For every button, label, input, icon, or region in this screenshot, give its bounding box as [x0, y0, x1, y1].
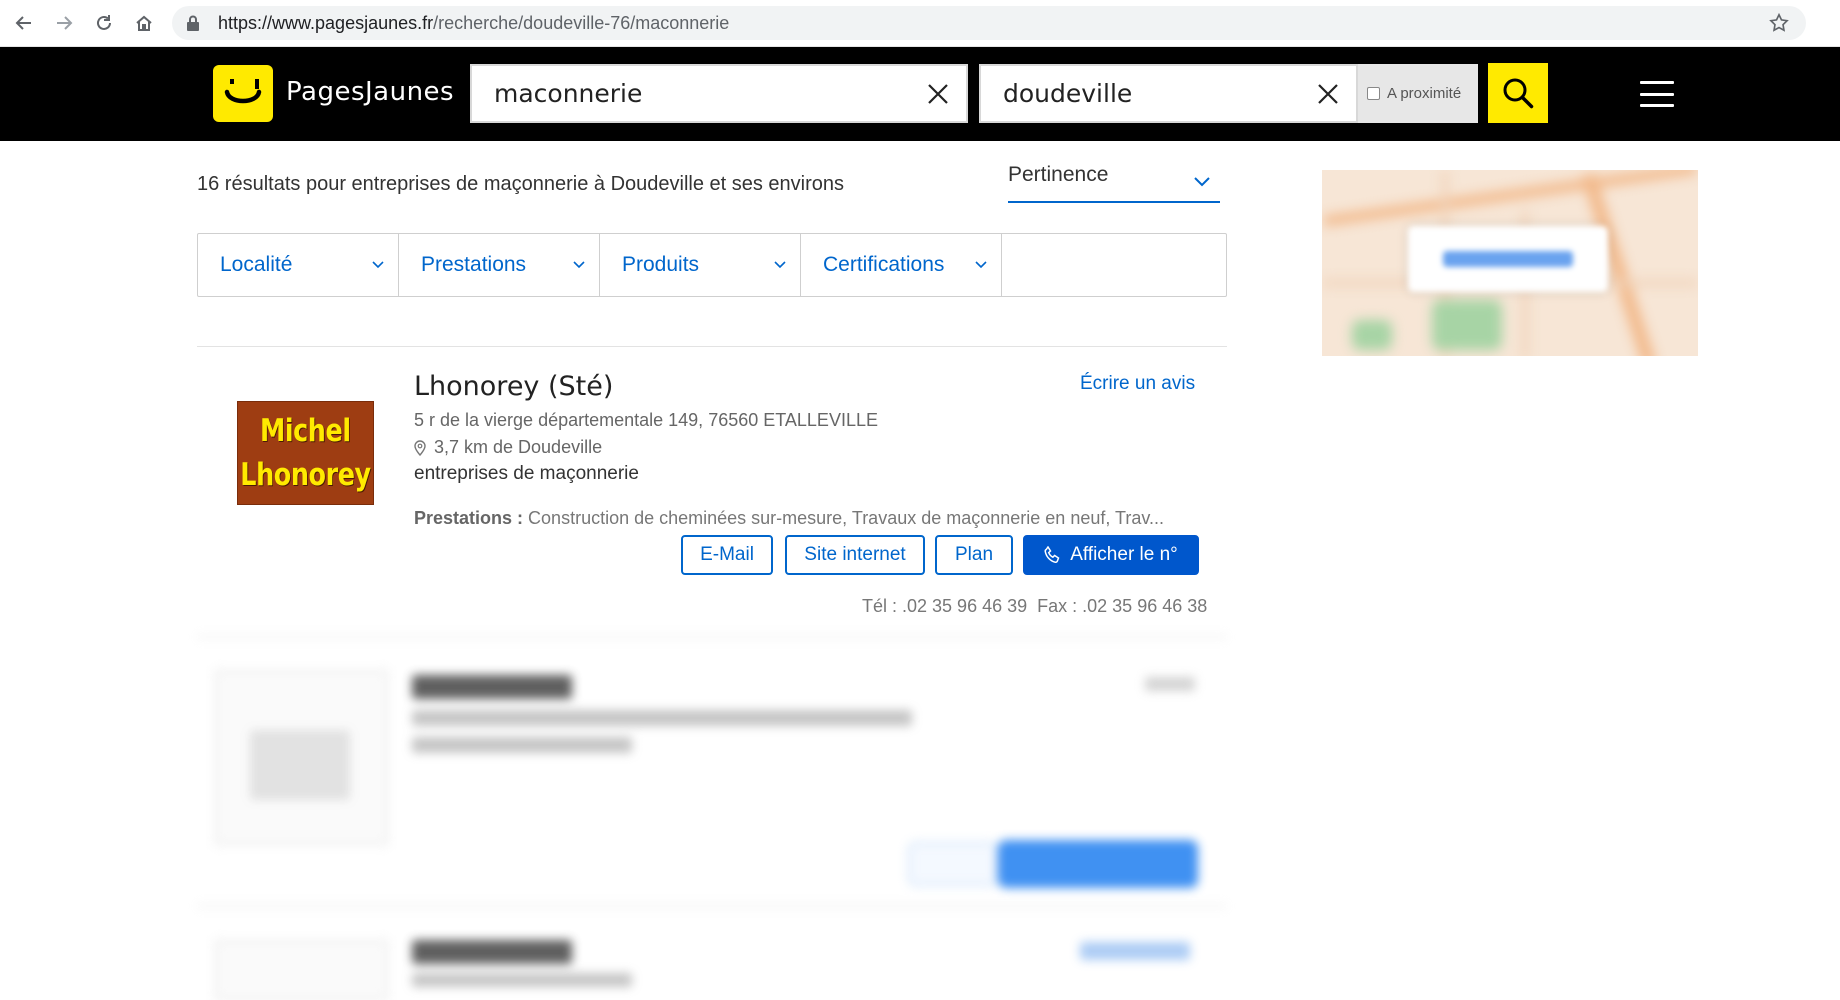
business-address: 5 r de la vierge départementale 149, 765… — [414, 410, 878, 430]
search-icon — [1503, 78, 1534, 109]
show-phone-button[interactable]: Afficher le n° — [1023, 535, 1199, 575]
business-distance: 3,7 km de Doudeville — [414, 437, 602, 458]
tel-number: Tél : .02 35 96 46 39 — [862, 596, 1028, 616]
fax-number: Fax : .02 35 96 46 38 — [1037, 596, 1208, 616]
filter-spacer — [1002, 234, 1226, 296]
chevron-down-icon — [372, 261, 384, 269]
chevron-down-icon — [573, 261, 585, 269]
prestations-text: Construction de cheminées sur-mesure, Tr… — [528, 508, 1165, 528]
chevron-down-icon — [1194, 169, 1210, 193]
filter-label: Produits — [622, 253, 700, 276]
phone-icon — [1044, 546, 1060, 564]
map-expand-button[interactable] — [1408, 226, 1608, 292]
logo-line-2: Lhonorey — [240, 457, 371, 493]
filter-produits[interactable]: Produits — [600, 234, 801, 296]
business-logo[interactable]: Michel Lhonorey — [237, 401, 374, 505]
filter-localite[interactable]: Localité — [198, 234, 399, 296]
business-name[interactable]: Lhonorey (Sté) — [414, 371, 613, 402]
distance-text: 3,7 km de Doudeville — [434, 437, 603, 457]
business-prestations: Prestations : Construction de cheminées … — [414, 508, 1164, 529]
website-button[interactable]: Site internet — [785, 535, 925, 575]
filter-label: Localité — [220, 253, 293, 276]
browser-toolbar: https://www.pagesjaunes.fr/recherche/dou… — [0, 0, 1840, 47]
site-header: PagesJaunes maconnerie doudeville A prox… — [0, 47, 1840, 141]
sort-dropdown[interactable]: Pertinence — [1008, 163, 1220, 203]
chevron-down-icon — [975, 261, 987, 269]
business-category: entreprises de maçonnerie — [414, 463, 639, 484]
home-icon[interactable] — [128, 7, 160, 39]
logo-line-1: Michel — [260, 413, 351, 449]
filter-certifications[interactable]: Certifications — [801, 234, 1002, 296]
hamburger-menu-icon[interactable] — [1640, 81, 1674, 107]
proximity-checkbox[interactable] — [1367, 87, 1380, 100]
filter-label: Certifications — [823, 253, 945, 276]
email-button[interactable]: E-Mail — [681, 535, 773, 575]
map-preview[interactable] — [1322, 170, 1698, 356]
write-review-link[interactable]: Écrire un avis — [1080, 373, 1195, 395]
bookmark-star-icon[interactable] — [1768, 6, 1790, 40]
blurred-results — [190, 630, 1240, 1000]
url-path: /recherche/doudeville-76/maconnerie — [433, 12, 730, 33]
proximity-label: A proximité — [1387, 85, 1462, 102]
proximity-toggle[interactable]: A proximité — [1358, 64, 1478, 123]
what-search-input[interactable]: maconnerie — [470, 64, 968, 123]
map-plan-button[interactable]: Plan — [935, 535, 1013, 575]
clear-where-icon[interactable] — [1300, 66, 1356, 122]
where-search-input[interactable]: doudeville — [979, 64, 1358, 123]
forward-icon[interactable] — [48, 7, 80, 39]
address-bar[interactable]: https://www.pagesjaunes.fr/recherche/dou… — [172, 6, 1806, 40]
chevron-down-icon — [774, 261, 786, 269]
contact-numbers: Tél : .02 35 96 46 39 Fax : .02 35 96 46… — [862, 596, 1207, 617]
reload-icon[interactable] — [88, 7, 120, 39]
search-button[interactable] — [1488, 63, 1548, 123]
where-search-value: doudeville — [1003, 79, 1133, 108]
divider — [197, 346, 1227, 347]
location-pin-icon — [414, 439, 426, 456]
back-icon[interactable] — [8, 7, 40, 39]
filter-bar: Localité Prestations Produits Certificat… — [197, 233, 1227, 297]
results-count: 16 résultats pour entreprises de maçonne… — [197, 173, 845, 195]
logo-text[interactable]: PagesJaunes — [286, 77, 454, 107]
clear-what-icon[interactable] — [910, 66, 966, 122]
show-phone-label: Afficher le n° — [1070, 544, 1178, 565]
filter-label: Prestations — [421, 253, 527, 276]
url-host: https://www.pagesjaunes.fr — [218, 12, 434, 33]
lock-icon — [186, 13, 206, 33]
prestations-label: Prestations : — [414, 508, 524, 528]
pagesjaunes-logo-icon[interactable] — [213, 65, 273, 122]
sort-label: Pertinence — [1008, 163, 1109, 186]
what-search-value: maconnerie — [494, 79, 643, 108]
filter-prestations[interactable]: Prestations — [399, 234, 600, 296]
